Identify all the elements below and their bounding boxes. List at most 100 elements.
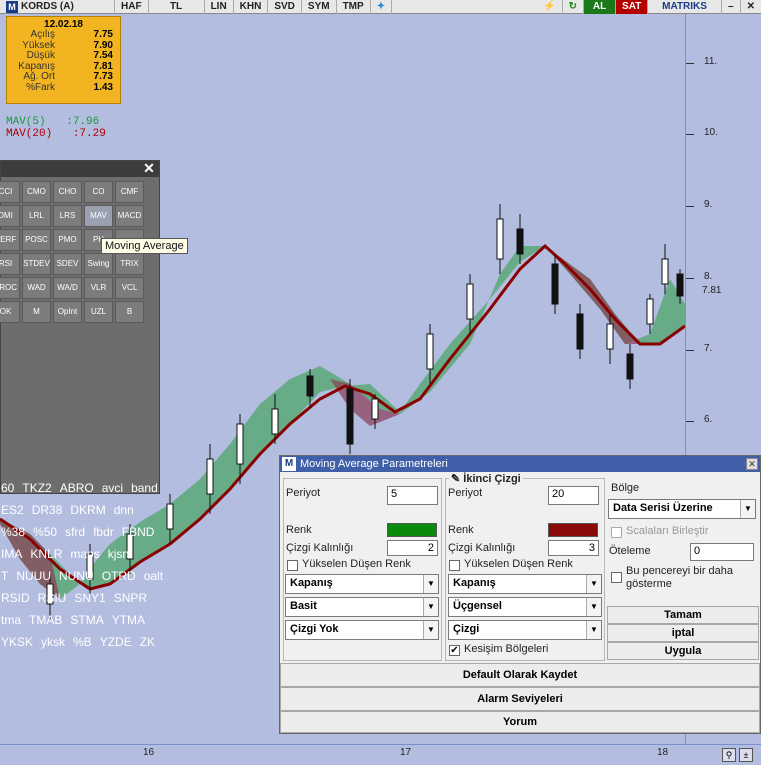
ma-type-select[interactable]: Üçgensel ▼ — [448, 597, 602, 617]
alarm-levels-button[interactable]: Alarm Seviyeleri — [280, 687, 760, 711]
indicator-name[interactable]: sfrd — [65, 521, 85, 543]
indicator-icon[interactable]: UZL — [84, 301, 113, 323]
ma-type-select[interactable]: Basit ▼ — [285, 597, 439, 617]
minimize-icon[interactable]: – — [722, 0, 741, 14]
close-icon[interactable]: ✕ — [746, 458, 758, 470]
color-swatch[interactable] — [548, 523, 598, 537]
indicator-icon[interactable]: PMO — [53, 229, 82, 251]
indicator-name[interactable]: NUUU — [16, 565, 51, 587]
indicator-icon[interactable]: RSI — [0, 253, 20, 275]
indicator-icon[interactable]: WA/D — [53, 277, 82, 299]
indicator-icon[interactable]: CHO — [53, 181, 82, 203]
indicator-name[interactable]: OTRD — [102, 565, 136, 587]
toolbar-button-svd[interactable]: SVD — [268, 0, 302, 14]
indicator-icon[interactable]: STDEV — [22, 253, 51, 275]
indicator-name[interactable]: oalt — [144, 565, 163, 587]
indicator-name[interactable]: DKRM — [70, 499, 105, 521]
indicator-name[interactable]: RSIU — [38, 587, 67, 609]
sell-button[interactable]: SAT — [616, 0, 649, 14]
indicator-name[interactable]: ES2 — [1, 499, 24, 521]
indicator-icon[interactable]: CMF — [115, 181, 144, 203]
indicator-name[interactable]: 60 — [1, 477, 14, 499]
indicator-name[interactable]: RSID — [1, 587, 30, 609]
indicator-name[interactable]: yksk — [41, 631, 65, 653]
close-icon[interactable]: ✕ — [741, 0, 761, 14]
indicator-name[interactable]: ZK — [140, 631, 155, 653]
indicator-name[interactable]: SNY1 — [74, 587, 105, 609]
toolbar-button-lin[interactable]: LIN — [205, 0, 234, 14]
toolbar-button-haf[interactable]: HAF — [115, 0, 149, 14]
indicator-icon[interactable]: VCL — [115, 277, 144, 299]
alert-icon[interactable]: ⚡ — [537, 0, 563, 14]
indicator-name[interactable]: tma — [1, 609, 21, 631]
line-style-select[interactable]: Çizgi Yok ▼ — [285, 620, 439, 640]
kalinlik-input[interactable]: 3 — [548, 540, 599, 556]
indicator-icon[interactable]: LRL — [22, 205, 51, 227]
indicator-name[interactable]: maos — [70, 543, 99, 565]
toolbar-button-tl[interactable]: TL — [149, 0, 205, 14]
indicator-name[interactable]: fbdr — [93, 521, 114, 543]
indicator-name[interactable]: YTMA — [112, 609, 145, 631]
indicator-name[interactable]: SNPR — [114, 587, 147, 609]
indicator-icon[interactable]: CCI — [0, 181, 20, 203]
indicator-name[interactable]: %38 — [1, 521, 25, 543]
close-icon[interactable]: ✕ — [142, 161, 156, 175]
indicator-icon[interactable]: POSC — [22, 229, 51, 251]
indicator-name[interactable]: DR38 — [32, 499, 63, 521]
bu-pencere-checkbox[interactable] — [611, 572, 622, 583]
indicator-icon[interactable]: SDEV — [53, 253, 82, 275]
indicator-icon[interactable]: Swing — [84, 253, 113, 275]
scala-checkbox[interactable] — [611, 527, 622, 538]
toolbar-button-tmp[interactable]: TMP — [337, 0, 371, 14]
indicator-name[interactable]: %50 — [33, 521, 57, 543]
indicator-icon[interactable]: MAV — [84, 205, 113, 227]
indicator-name[interactable]: KNLR — [30, 543, 62, 565]
indicator-panel-header[interactable]: ✕ — [1, 161, 159, 177]
price-field-select[interactable]: Kapanış ▼ — [448, 574, 602, 594]
indicator-name[interactable]: avci — [102, 477, 123, 499]
indicator-name[interactable]: TMAB — [29, 609, 62, 631]
toolbar-button-sym[interactable]: SYM — [302, 0, 337, 14]
indicator-icon[interactable]: OK — [0, 301, 20, 323]
indicator-icon[interactable]: DMI — [0, 205, 20, 227]
toolbar-button-khn[interactable]: KHN — [234, 0, 269, 14]
indicator-name[interactable]: band — [131, 477, 158, 499]
dialog-titlebar[interactable]: M Moving Average Parametreleri ✕ — [280, 456, 760, 472]
indicator-name[interactable]: T — [1, 565, 8, 587]
indicator-icon[interactable]: CO — [84, 181, 113, 203]
comment-button[interactable]: Yorum — [280, 711, 760, 733]
indicator-name[interactable]: YZDE — [100, 631, 132, 653]
indicator-name[interactable]: FBND — [122, 521, 155, 543]
kesisim-checkbox[interactable]: ✔ — [449, 645, 460, 656]
color-swatch[interactable] — [387, 523, 437, 537]
indicator-icon[interactable]: OpInt — [53, 301, 82, 323]
bolge-select[interactable]: Data Serisi Üzerine ▼ — [608, 499, 756, 519]
link-icon[interactable]: ⚲ — [722, 748, 736, 762]
zoom-icon[interactable]: ± — [739, 748, 753, 762]
indicator-name[interactable]: IMA — [1, 543, 22, 565]
buy-button[interactable]: AL — [584, 0, 617, 14]
default-save-button[interactable]: Default Olarak Kaydet — [280, 663, 760, 687]
uygula-button[interactable]: Uygula — [607, 642, 759, 660]
line-style-select[interactable]: Çizgi ▼ — [448, 620, 602, 640]
indicator-icon[interactable]: VLR — [84, 277, 113, 299]
indicator-icon[interactable]: M — [22, 301, 51, 323]
indicator-icon[interactable]: PERF — [0, 229, 20, 251]
oteleme-input[interactable]: 0 — [690, 543, 754, 561]
indicator-name[interactable]: dnn — [114, 499, 134, 521]
tamam-button[interactable]: Tamam — [607, 606, 759, 624]
yukselen-checkbox[interactable] — [287, 560, 298, 571]
indicator-icon[interactable]: WAD — [22, 277, 51, 299]
indicator-name[interactable]: YKSK — [1, 631, 33, 653]
indicator-name[interactable]: STMA — [70, 609, 103, 631]
price-field-select[interactable]: Kapanış ▼ — [285, 574, 439, 594]
twitter-icon[interactable]: ✦ — [371, 0, 393, 14]
indicator-icon[interactable]: CMO — [22, 181, 51, 203]
yukselen-checkbox[interactable] — [449, 560, 460, 571]
periyot-input[interactable]: 5 — [387, 486, 438, 505]
periyot-input[interactable]: 20 — [548, 486, 599, 505]
indicator-icon[interactable]: B — [115, 301, 144, 323]
kalinlik-input[interactable]: 2 — [387, 540, 438, 556]
indicator-name[interactable]: TKZ2 — [22, 477, 51, 499]
symbol-selector[interactable]: M KORDS (A) — [0, 0, 115, 14]
